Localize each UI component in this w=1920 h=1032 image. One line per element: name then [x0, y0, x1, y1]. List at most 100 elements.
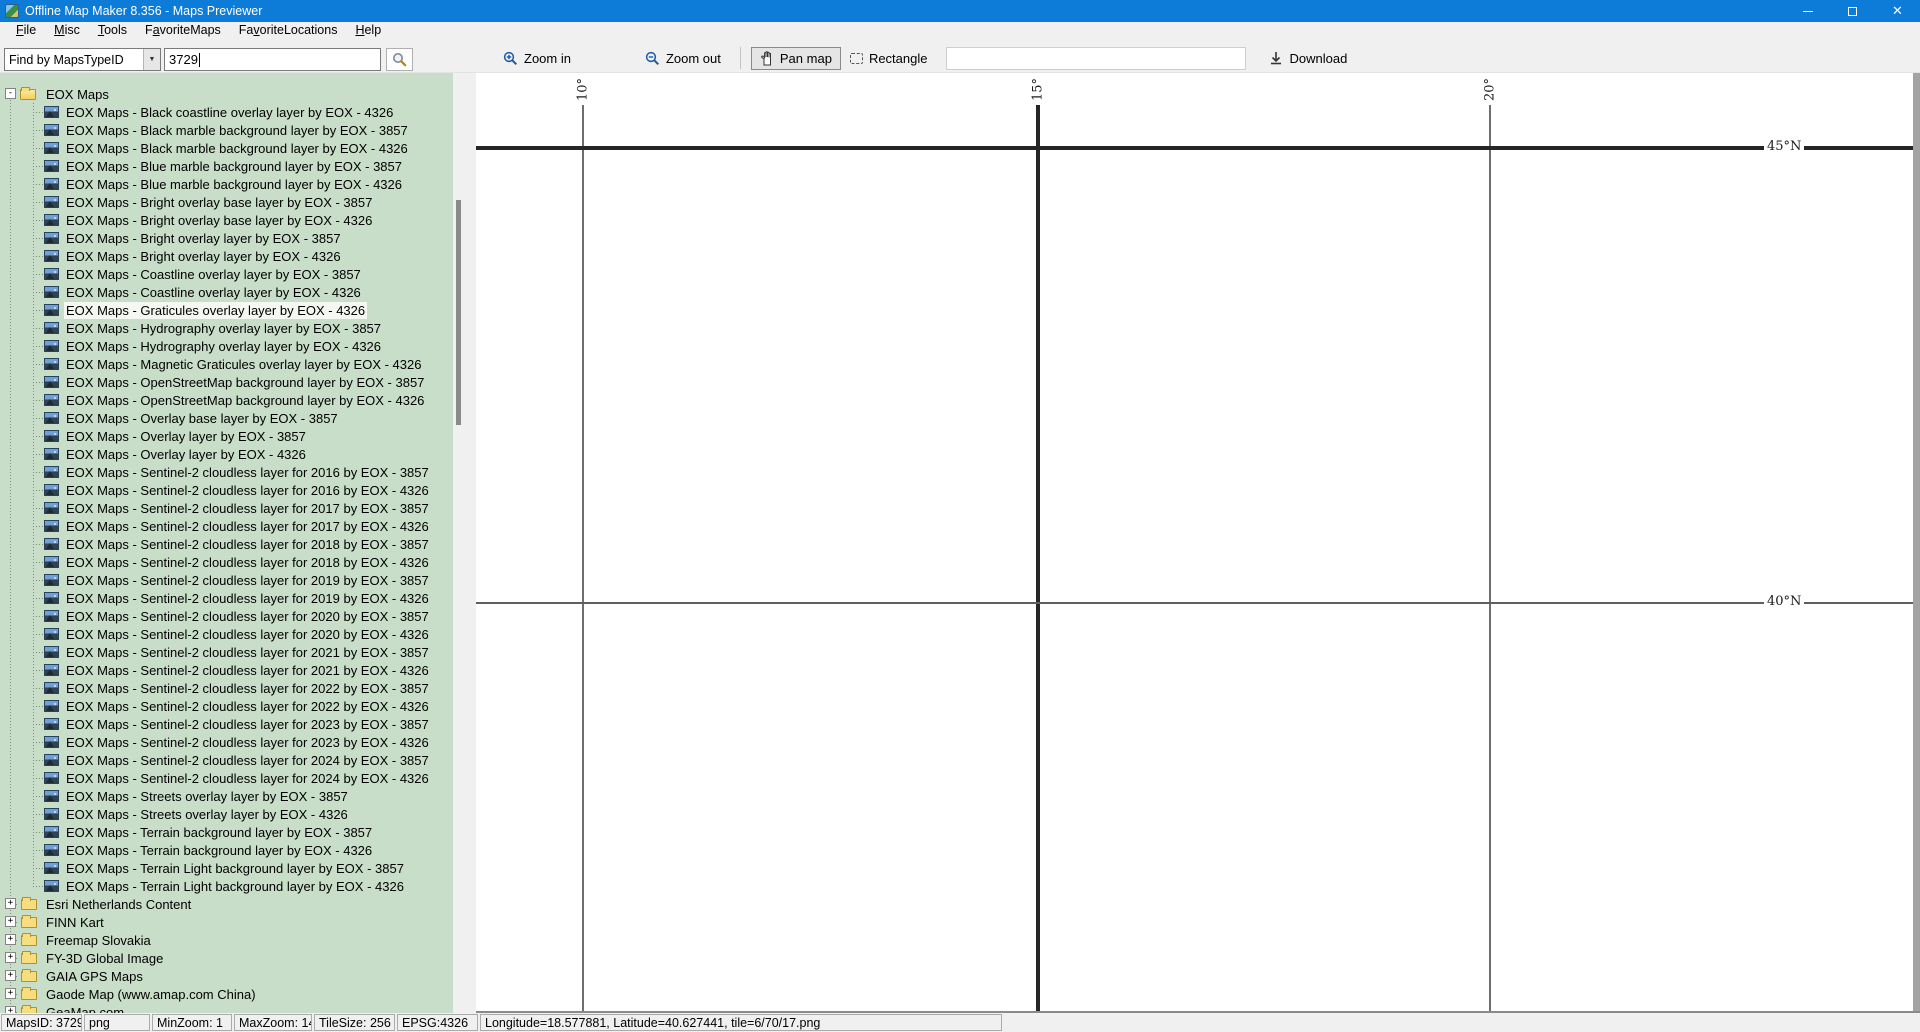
- restore-button[interactable]: [1830, 0, 1875, 22]
- tree-item[interactable]: EOX Maps - Sentinel-2 cloudless layer fo…: [0, 481, 453, 499]
- tree-item[interactable]: EOX Maps - Overlay base layer by EOX - 3…: [0, 409, 453, 427]
- tree-scrollbar[interactable]: [453, 73, 476, 1013]
- tree-item[interactable]: EOX Maps - Overlay layer by EOX - 3857: [0, 427, 453, 445]
- tree-item[interactable]: EOX Maps - Sentinel-2 cloudless layer fo…: [0, 499, 453, 517]
- tree-item[interactable]: EOX Maps - Hydrography overlay layer by …: [0, 337, 453, 355]
- map-layer-icon: [44, 232, 59, 244]
- tree-item[interactable]: EOX Maps - Magnetic Graticules overlay l…: [0, 355, 453, 373]
- tree-folder[interactable]: + GAIA GPS Maps: [0, 967, 453, 985]
- tree-folder[interactable]: + Freemap Slovakia: [0, 931, 453, 949]
- tree-item[interactable]: EOX Maps - Sentinel-2 cloudless layer fo…: [0, 733, 453, 751]
- tree-item[interactable]: EOX Maps - Sentinel-2 cloudless layer fo…: [0, 463, 453, 481]
- close-button[interactable]: ✕: [1875, 0, 1920, 22]
- tree-folder[interactable]: + GeaMap.com: [0, 1003, 453, 1013]
- tree-folder[interactable]: + FY-3D Global Image: [0, 949, 453, 967]
- coordinate-input[interactable]: [946, 46, 1247, 70]
- tree-scrollbar-thumb[interactable]: [456, 200, 461, 425]
- rectangle-button[interactable]: Rectangle: [841, 47, 937, 70]
- tree-item[interactable]: EOX Maps - Hydrography overlay layer by …: [0, 319, 453, 337]
- tree-item[interactable]: EOX Maps - Sentinel-2 cloudless layer fo…: [0, 751, 453, 769]
- tree-item[interactable]: EOX Maps - Terrain background layer by E…: [0, 823, 453, 841]
- tree-item[interactable]: EOX Maps - Coastline overlay layer by EO…: [0, 283, 453, 301]
- tree-item[interactable]: EOX Maps - Streets overlay layer by EOX …: [0, 805, 453, 823]
- tree-item[interactable]: EOX Maps - Sentinel-2 cloudless layer fo…: [0, 553, 453, 571]
- tree-item[interactable]: EOX Maps - Blue marble background layer …: [0, 157, 453, 175]
- zoom-out-button[interactable]: Zoom out: [636, 47, 730, 70]
- tree-item[interactable]: EOX Maps - Bright overlay base layer by …: [0, 211, 453, 229]
- tree-item[interactable]: EOX Maps - Black marble background layer…: [0, 139, 453, 157]
- combo-dropdown-button[interactable]: ▼: [143, 49, 160, 70]
- tree-item[interactable]: EOX Maps - Sentinel-2 cloudless layer fo…: [0, 517, 453, 535]
- tree-item[interactable]: EOX Maps - Black marble background layer…: [0, 121, 453, 139]
- tree-folder[interactable]: + FINN Kart: [0, 913, 453, 931]
- zoom-in-icon: [503, 51, 518, 65]
- tree-item-label: EOX Maps - Streets overlay layer by EOX …: [66, 806, 348, 822]
- tree-item[interactable]: EOX Maps - Sentinel-2 cloudless layer fo…: [0, 625, 453, 643]
- tree-item[interactable]: EOX Maps - Sentinel-2 cloudless layer fo…: [0, 643, 453, 661]
- map-layer-icon: [44, 646, 59, 658]
- status-bar: MapsID: 3729 png MinZoom: 1 MaxZoom: 14 Tile…: [0, 1013, 1920, 1032]
- tree-item[interactable]: EOX Maps - Terrain Light background laye…: [0, 859, 453, 877]
- tree-item[interactable]: EOX Maps - Bright overlay base layer by …: [0, 193, 453, 211]
- zoom-in-button[interactable]: Zoom in: [494, 47, 580, 70]
- expand-icon[interactable]: +: [5, 970, 16, 981]
- tree-item-label: EOX Maps - Overlay base layer by EOX - 3…: [66, 410, 338, 426]
- menu-item-help[interactable]: Help: [346, 22, 390, 38]
- tree-item[interactable]: EOX Maps - Bright overlay layer by EOX -…: [0, 229, 453, 247]
- tree-item[interactable]: EOX Maps - Sentinel-2 cloudless layer fo…: [0, 769, 453, 787]
- tree-branch-stub: [33, 868, 43, 869]
- expand-icon[interactable]: +: [5, 988, 16, 999]
- menu-item-file[interactable]: File: [7, 22, 45, 38]
- map-layer-icon: [44, 700, 59, 712]
- tree-item[interactable]: EOX Maps - Sentinel-2 cloudless layer fo…: [0, 715, 453, 733]
- expand-icon[interactable]: +: [5, 898, 16, 909]
- download-button[interactable]: Download: [1260, 47, 1356, 70]
- tree-root-eox-maps[interactable]: - EOX Maps: [0, 85, 453, 103]
- menu-item-favoritemaps[interactable]: FavoriteMaps: [136, 22, 230, 38]
- tree-item[interactable]: EOX Maps - Streets overlay layer by EOX …: [0, 787, 453, 805]
- minimize-button[interactable]: [1785, 0, 1830, 22]
- search-button[interactable]: [386, 48, 413, 71]
- find-input[interactable]: 3729: [164, 48, 381, 71]
- tree-item[interactable]: EOX Maps - Sentinel-2 cloudless layer fo…: [0, 679, 453, 697]
- tree-item[interactable]: EOX Maps - Sentinel-2 cloudless layer fo…: [0, 697, 453, 715]
- tree-folder[interactable]: + Esri Netherlands Content: [0, 895, 453, 913]
- map-viewport[interactable]: 10° 15° 20° 45°N 40°N: [476, 73, 1920, 1013]
- find-input-value: 3729: [169, 52, 198, 67]
- tree-item[interactable]: EOX Maps - Bright overlay layer by EOX -…: [0, 247, 453, 265]
- tree-item[interactable]: EOX Maps - Overlay layer by EOX - 4326: [0, 445, 453, 463]
- tree-item-label: EOX Maps - OpenStreetMap background laye…: [66, 374, 425, 390]
- map-layer-icon: [44, 682, 59, 694]
- pan-map-button[interactable]: Pan map: [750, 46, 841, 70]
- tree-branch-stub: [33, 256, 43, 257]
- collapse-icon[interactable]: -: [5, 88, 16, 99]
- tree-item[interactable]: EOX Maps - Black coastline overlay layer…: [0, 103, 453, 121]
- tree-item[interactable]: EOX Maps - Terrain Light background laye…: [0, 877, 453, 895]
- expand-icon[interactable]: +: [5, 952, 16, 963]
- tree-item[interactable]: EOX Maps - Sentinel-2 cloudless layer fo…: [0, 607, 453, 625]
- tree-item[interactable]: EOX Maps - Terrain background layer by E…: [0, 841, 453, 859]
- tree-item[interactable]: EOX Maps - OpenStreetMap background laye…: [0, 391, 453, 409]
- tree-item[interactable]: EOX Maps - Graticules overlay layer by E…: [0, 301, 453, 319]
- find-mode-select[interactable]: Find by MapsTypeID ▼: [4, 48, 161, 71]
- status-panel: MaxZoom: 14: [234, 1014, 312, 1031]
- tree-item[interactable]: EOX Maps - Sentinel-2 cloudless layer fo…: [0, 571, 453, 589]
- map-layer-icon: [44, 448, 59, 460]
- tree-item[interactable]: EOX Maps - Blue marble background layer …: [0, 175, 453, 193]
- menu-item-tools[interactable]: Tools: [89, 22, 136, 38]
- expand-icon[interactable]: +: [5, 1006, 16, 1013]
- menu-item-misc[interactable]: Misc: [45, 22, 89, 38]
- title-bar: Offline Map Maker 8.356 - Maps Previewer…: [0, 0, 1920, 22]
- expand-icon[interactable]: +: [5, 916, 16, 927]
- expand-icon[interactable]: +: [5, 934, 16, 945]
- tree-item[interactable]: EOX Maps - Coastline overlay layer by EO…: [0, 265, 453, 283]
- tree-item[interactable]: EOX Maps - Sentinel-2 cloudless layer fo…: [0, 661, 453, 679]
- tree-folder[interactable]: + Gaode Map (www.amap.com China): [0, 985, 453, 1003]
- tree-branch-stub: [33, 634, 43, 635]
- menu-item-favoritelocations[interactable]: FavoriteLocations: [230, 22, 347, 38]
- tree-item[interactable]: EOX Maps - Sentinel-2 cloudless layer fo…: [0, 535, 453, 553]
- tree-branch-stub: [33, 148, 43, 149]
- tree-item[interactable]: EOX Maps - Sentinel-2 cloudless layer fo…: [0, 589, 453, 607]
- tree-item-label: EOX Maps - Sentinel-2 cloudless layer fo…: [66, 590, 429, 606]
- tree-item[interactable]: EOX Maps - OpenStreetMap background laye…: [0, 373, 453, 391]
